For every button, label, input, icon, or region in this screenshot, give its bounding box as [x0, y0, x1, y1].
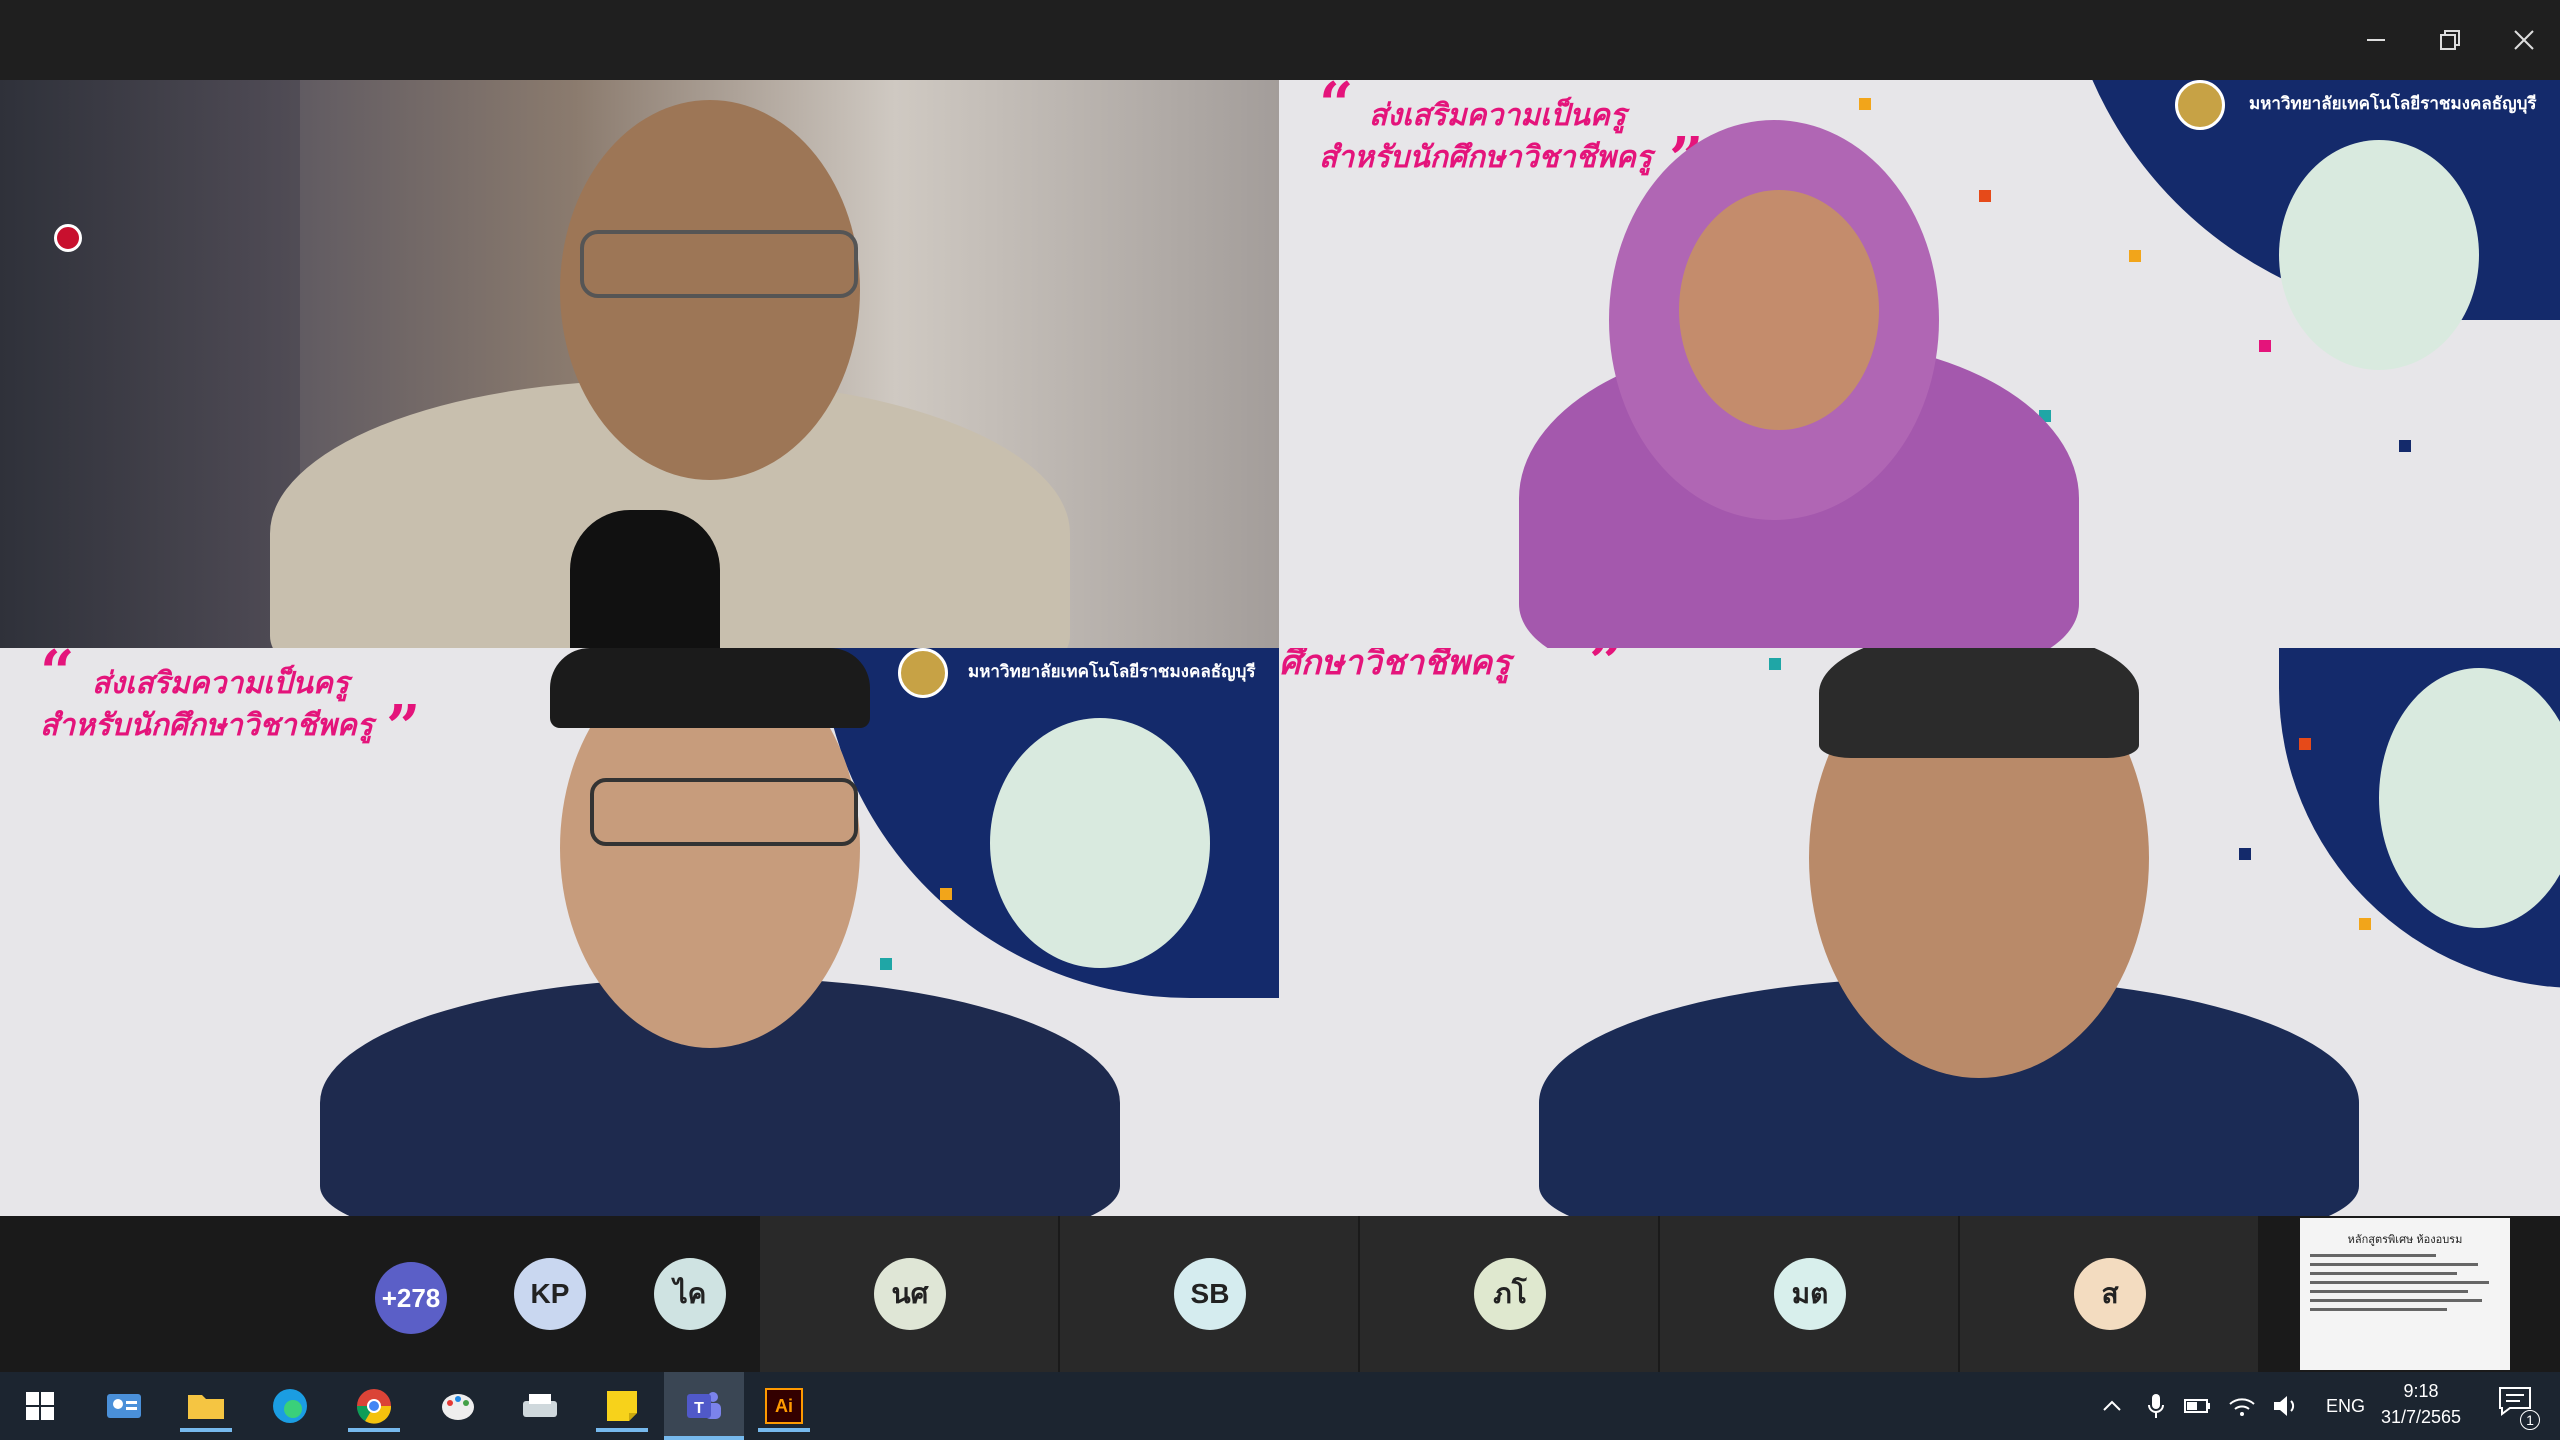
notification-center-button[interactable]: 1 — [2498, 1386, 2540, 1430]
start-icon — [26, 1392, 54, 1420]
notification-badge: 1 — [2520, 1410, 2540, 1430]
record-icon — [54, 224, 82, 252]
participant-head — [1679, 190, 1879, 430]
participant-overflow-button[interactable]: +278 — [375, 1262, 447, 1334]
glasses — [580, 230, 858, 298]
minimize-icon — [2367, 39, 2385, 41]
shared-doc-title: หลักสูตรพิเศษ ห้องอบรม — [2347, 1234, 2463, 1246]
microphone — [570, 510, 720, 648]
illustration-teacher — [2279, 140, 2479, 370]
participant-hair — [1819, 648, 2139, 758]
participant-avatar[interactable]: ส — [2074, 1258, 2146, 1330]
open-quote: “ — [40, 648, 75, 708]
paint-icon — [442, 1394, 474, 1420]
chevron-up-icon[interactable] — [2100, 1394, 2124, 1418]
participant-avatar[interactable]: มต — [1774, 1258, 1846, 1330]
active-indicator — [758, 1428, 810, 1432]
contacts-icon — [107, 1394, 141, 1418]
glasses — [590, 778, 858, 846]
illustration-teacher — [990, 718, 1210, 968]
participant-avatar[interactable]: ไค — [654, 1258, 726, 1330]
active-indicator — [596, 1428, 648, 1432]
close-quote: ” — [1589, 648, 1624, 698]
video-tile-speaker-3[interactable]: มหาวิทยาลัยเทคโนโลยีราชมงคลธัญบุรี “ ส่ง… — [0, 648, 1279, 1216]
university-seal-icon — [2175, 80, 2225, 130]
clock-time: 9:18 — [2403, 1381, 2439, 1401]
video-tile-speaker-4[interactable]: ศึกษาวิชาชีพครู ” — [1279, 648, 2560, 1216]
banner-line-2: สำหรับนักศึกษาวิชาชีพครู — [1319, 140, 1652, 175]
file-explorer-icon — [188, 1395, 224, 1419]
chrome-button[interactable] — [348, 1380, 400, 1432]
scanner-icon — [523, 1394, 557, 1417]
edge-button[interactable] — [264, 1380, 316, 1432]
participant-hair — [550, 648, 870, 728]
active-indicator — [348, 1428, 400, 1432]
banner-line-1: ส่งเสริมความเป็นครู — [92, 666, 349, 701]
scanner-button[interactable] — [514, 1380, 566, 1432]
video-tile-speaker-1[interactable] — [0, 80, 1279, 648]
participant-avatar[interactable]: KP — [514, 1258, 586, 1330]
banner-line-1: ส่งเสริมความเป็นครู — [1369, 98, 1626, 133]
clock[interactable]: 9:18 31/7/2565 — [2366, 1378, 2476, 1430]
svg-text:T: T — [694, 1400, 704, 1417]
close-icon — [2514, 30, 2534, 50]
university-name: มหาวิทยาลัยเทคโนโลยีราชมงคลธัญบุรี — [968, 662, 1256, 682]
participant-avatar[interactable]: ภโ — [1474, 1258, 1546, 1330]
clock-date: 31/7/2565 — [2380, 1407, 2462, 1427]
system-tray: ENG — [2100, 1372, 2365, 1440]
contacts-app-button[interactable] — [98, 1380, 150, 1432]
banner-line-2: สำหรับนักศึกษาวิชาชีพครู — [40, 708, 373, 743]
close-button[interactable] — [2488, 0, 2560, 80]
edge-icon — [273, 1389, 307, 1423]
teams-icon: T — [687, 1392, 721, 1419]
start-button[interactable] — [14, 1380, 66, 1432]
banner-partial-line: ศึกษาวิชาชีพครู — [1279, 648, 1511, 683]
participant-avatar[interactable]: SB — [1174, 1258, 1246, 1330]
taskbar: T Ai ENG 9:18 31/7/2565 1 — [0, 1372, 2560, 1440]
sticky-notes-icon — [607, 1391, 637, 1421]
minimize-button[interactable] — [2340, 0, 2412, 80]
participant-avatar[interactable]: นศ — [874, 1258, 946, 1330]
microphone-icon[interactable] — [2146, 1392, 2166, 1420]
open-quote: “ — [1319, 80, 1354, 140]
paint-button[interactable] — [432, 1380, 484, 1432]
active-indicator — [664, 1436, 744, 1440]
file-explorer-button[interactable] — [180, 1380, 232, 1432]
video-tile-speaker-2[interactable]: มหาวิทยาลัยเทคโนโลยีราชมงคลธัญบุรี “ ส่ง… — [1279, 80, 2560, 648]
university-seal-icon — [898, 648, 948, 698]
close-quote: ” — [386, 693, 421, 763]
teams-button[interactable]: T — [664, 1372, 744, 1440]
wifi-icon[interactable] — [2228, 1394, 2256, 1418]
battery-icon[interactable] — [2184, 1397, 2212, 1415]
chrome-icon — [356, 1389, 392, 1424]
university-name: มหาวิทยาลัยเทคโนโลยีราชมงคลธัญบุรี — [2249, 94, 2537, 114]
sticky-notes-button[interactable] — [596, 1380, 648, 1432]
illustrator-button[interactable]: Ai — [758, 1380, 810, 1432]
restore-icon — [2440, 30, 2460, 50]
illustrator-icon: Ai — [765, 1388, 803, 1424]
restore-button[interactable] — [2414, 0, 2486, 80]
language-indicator[interactable]: ENG — [2326, 1396, 2365, 1417]
shared-content-preview[interactable]: หลักสูตรพิเศษ ห้องอบรม — [2300, 1218, 2510, 1370]
volume-icon[interactable] — [2272, 1394, 2300, 1418]
active-indicator — [180, 1428, 232, 1432]
window-title-bar — [0, 0, 2560, 80]
